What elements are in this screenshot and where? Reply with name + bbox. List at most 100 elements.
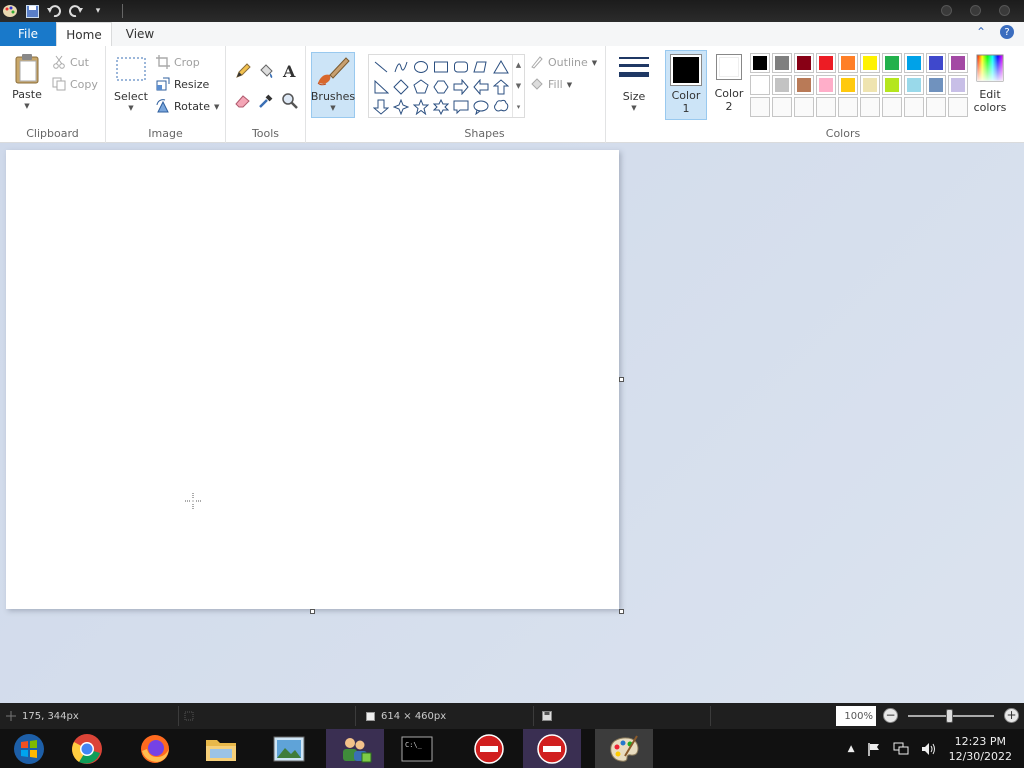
- crop-button[interactable]: Crop: [156, 52, 200, 72]
- fill-bucket-icon[interactable]: [257, 62, 275, 80]
- color-swatch[interactable]: [860, 75, 880, 95]
- clock[interactable]: 12:23 PM 12/30/2022: [949, 734, 1012, 764]
- custom-color-slot[interactable]: [772, 97, 792, 117]
- color-swatch[interactable]: [772, 53, 792, 73]
- edit-colors-button[interactable]: Edit colors: [970, 54, 1010, 114]
- oval-shape-icon[interactable]: [411, 57, 431, 77]
- color-swatch[interactable]: [816, 53, 836, 73]
- resize-handle-right[interactable]: [619, 377, 624, 382]
- zoom-slider-thumb[interactable]: [946, 709, 953, 723]
- color-swatch[interactable]: [860, 53, 880, 73]
- color-swatch[interactable]: [816, 75, 836, 95]
- expand-gallery-icon[interactable]: ▾: [517, 103, 521, 111]
- taskbar-photos[interactable]: [260, 729, 318, 768]
- right-triangle-shape-icon[interactable]: [371, 77, 391, 97]
- custom-color-slot[interactable]: [794, 97, 814, 117]
- color-swatch[interactable]: [926, 53, 946, 73]
- cut-button[interactable]: Cut: [52, 52, 89, 72]
- magnifier-icon[interactable]: [281, 92, 299, 110]
- brushes-button[interactable]: Brushes ▼: [311, 52, 355, 118]
- color-swatch[interactable]: [794, 75, 814, 95]
- tab-view[interactable]: View: [112, 22, 168, 46]
- minimize-ribbon-icon[interactable]: ⌃: [976, 25, 986, 39]
- color-swatch[interactable]: [750, 75, 770, 95]
- rounded-rectangle-shape-icon[interactable]: [451, 57, 471, 77]
- scroll-up-icon[interactable]: ▲: [516, 61, 521, 69]
- left-arrow-shape-icon[interactable]: [471, 77, 491, 97]
- network-icon[interactable]: [893, 742, 909, 756]
- copy-button[interactable]: Copy: [52, 74, 98, 94]
- diamond-shape-icon[interactable]: [391, 77, 411, 97]
- cloud-callout-shape-icon[interactable]: [491, 97, 511, 117]
- custom-color-slot[interactable]: [926, 97, 946, 117]
- resize-handle-bottom[interactable]: [310, 609, 315, 614]
- color-swatch[interactable]: [772, 75, 792, 95]
- color1-button[interactable]: Color 1: [665, 50, 707, 120]
- right-arrow-shape-icon[interactable]: [451, 77, 471, 97]
- paint-app-icon[interactable]: [2, 3, 18, 19]
- taskbar-explorer[interactable]: [192, 729, 250, 768]
- resize-button[interactable]: Resize: [156, 74, 209, 94]
- close-button[interactable]: [999, 5, 1010, 16]
- undo-icon[interactable]: [46, 3, 62, 19]
- zoom-in-button[interactable]: +: [1004, 708, 1019, 723]
- color-swatch[interactable]: [904, 75, 924, 95]
- pentagon-shape-icon[interactable]: [411, 77, 431, 97]
- tab-file[interactable]: File: [0, 22, 56, 46]
- five-point-star-shape-icon[interactable]: [411, 97, 431, 117]
- show-hidden-icons-icon[interactable]: ▲: [848, 744, 855, 754]
- size-button[interactable]: Size ▼: [614, 54, 654, 112]
- help-icon[interactable]: ?: [1000, 25, 1014, 39]
- taskbar-cmd[interactable]: C:\_: [388, 729, 446, 768]
- maximize-button[interactable]: [970, 5, 981, 16]
- text-icon[interactable]: A: [281, 62, 299, 80]
- color-swatch[interactable]: [882, 75, 902, 95]
- custom-color-slot[interactable]: [860, 97, 880, 117]
- fill-button[interactable]: Fill ▼: [530, 74, 572, 94]
- color-swatch[interactable]: [904, 53, 924, 73]
- polygon-shape-icon[interactable]: [471, 57, 491, 77]
- taskbar-firefox[interactable]: [126, 729, 184, 768]
- color-swatch[interactable]: [948, 53, 968, 73]
- down-arrow-shape-icon[interactable]: [371, 97, 391, 117]
- shapes-scrollbar[interactable]: ▲ ▼ ▾: [512, 55, 524, 117]
- scroll-down-icon[interactable]: ▼: [516, 82, 521, 90]
- custom-color-slot[interactable]: [750, 97, 770, 117]
- color2-button[interactable]: Color 2: [710, 54, 748, 113]
- up-arrow-shape-icon[interactable]: [491, 77, 511, 97]
- eraser-icon[interactable]: [234, 92, 252, 110]
- start-button[interactable]: [0, 729, 58, 768]
- save-icon[interactable]: [24, 3, 40, 19]
- zoom-out-button[interactable]: −: [883, 708, 898, 723]
- paste-button[interactable]: Paste ▼: [8, 52, 46, 110]
- taskbar-paint[interactable]: [595, 729, 653, 768]
- triangle-shape-icon[interactable]: [491, 57, 511, 77]
- four-point-star-shape-icon[interactable]: [391, 97, 411, 117]
- action-center-flag-icon[interactable]: [867, 742, 881, 756]
- redo-icon[interactable]: [68, 3, 84, 19]
- volume-icon[interactable]: [921, 742, 937, 756]
- taskbar-blocked-app-1[interactable]: [460, 729, 518, 768]
- color-swatch[interactable]: [838, 53, 858, 73]
- six-point-star-shape-icon[interactable]: [431, 97, 451, 117]
- color-swatch[interactable]: [838, 75, 858, 95]
- outline-button[interactable]: Outline ▼: [530, 52, 597, 72]
- oval-callout-shape-icon[interactable]: [471, 97, 491, 117]
- pencil-icon[interactable]: [234, 62, 252, 80]
- color-picker-icon[interactable]: [257, 92, 275, 110]
- customize-toolbar-icon[interactable]: ▾: [90, 3, 106, 19]
- curve-shape-icon[interactable]: [391, 57, 411, 77]
- custom-color-slot[interactable]: [948, 97, 968, 117]
- resize-handle-corner[interactable]: [619, 609, 624, 614]
- custom-color-slot[interactable]: [838, 97, 858, 117]
- custom-color-slot[interactable]: [904, 97, 924, 117]
- color-swatch[interactable]: [750, 53, 770, 73]
- color-swatch[interactable]: [882, 53, 902, 73]
- custom-color-slot[interactable]: [816, 97, 836, 117]
- rectangle-shape-icon[interactable]: [431, 57, 451, 77]
- taskbar-blocked-app-2[interactable]: [523, 729, 581, 768]
- drawing-canvas[interactable]: [6, 150, 619, 609]
- line-shape-icon[interactable]: [371, 57, 391, 77]
- hexagon-shape-icon[interactable]: [431, 77, 451, 97]
- color-swatch[interactable]: [794, 53, 814, 73]
